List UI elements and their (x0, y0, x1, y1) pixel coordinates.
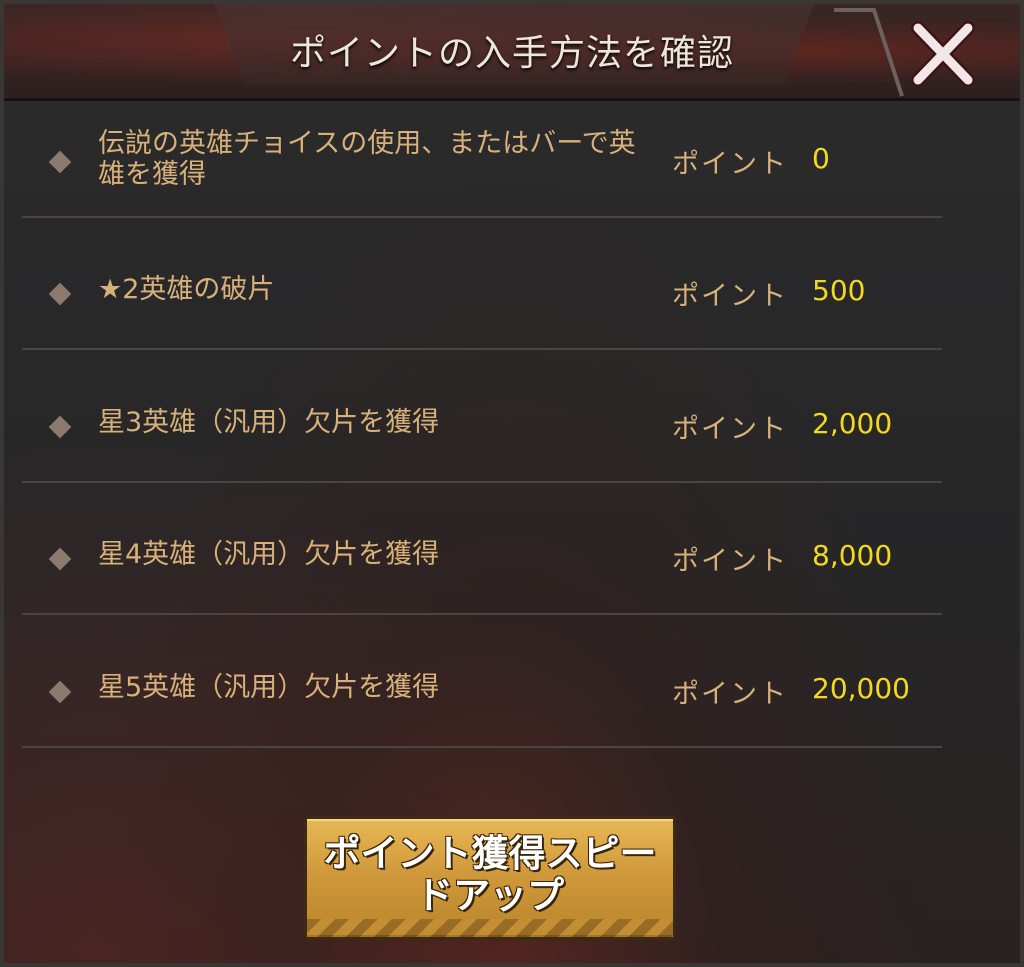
button-label-line1: ポイント獲得スピー (323, 832, 657, 875)
point-acquisition-dialog: ポイントの入手方法を確認 伝説の英雄チョイスの使用、またはバーで英雄を獲得 ポイ… (0, 0, 1024, 967)
list-item: ★2英雄の破片 ポイント 500 (22, 216, 942, 350)
list-item-label: 星5英雄（汎用）欠片を獲得 (98, 672, 440, 703)
points-value: 500 (812, 274, 866, 307)
points-value: 0 (812, 142, 830, 175)
dialog-title: ポイントの入手方法を確認 (289, 33, 734, 74)
points-label: ポイント (672, 281, 788, 312)
button-label-line2: ドアップ (416, 874, 564, 917)
points-value: 20,000 (812, 672, 910, 705)
list-item-label: ★2英雄の破片 (98, 274, 275, 305)
diamond-bullet-icon (48, 150, 72, 174)
points-label: ポイント (672, 679, 788, 710)
points-value: 2,000 (812, 407, 893, 440)
points-label: ポイント (672, 414, 788, 445)
diamond-bullet-icon (48, 680, 72, 704)
speed-up-points-button[interactable]: ポイント獲得スピー ドアップ (304, 816, 676, 940)
list-item: 星5英雄（汎用）欠片を獲得 ポイント 20,000 (22, 614, 942, 748)
diamond-bullet-icon (48, 282, 72, 306)
list-item-label: 伝説の英雄チョイスの使用、またはバーで英雄を獲得 (98, 128, 636, 190)
points-label: ポイント (672, 149, 788, 180)
close-x-icon (911, 21, 975, 87)
list-item: 星4英雄（汎用）欠片を獲得 ポイント 8,000 (22, 481, 942, 615)
close-button[interactable] (904, 18, 982, 90)
diamond-bullet-icon (48, 547, 72, 571)
list-item: 星3英雄（汎用）欠片を獲得 ポイント 2,000 (22, 349, 942, 483)
hazard-stripes (307, 919, 673, 937)
points-label: ポイント (672, 546, 788, 577)
points-value: 8,000 (812, 539, 893, 572)
diamond-bullet-icon (48, 415, 72, 439)
list-item-label: 星4英雄（汎用）欠片を獲得 (98, 539, 440, 570)
list-item: 伝説の英雄チョイスの使用、またはバーで英雄を獲得 ポイント 0 (22, 84, 942, 218)
button-label: ポイント獲得スピー ドアップ (307, 833, 673, 917)
list-item-label: 星3英雄（汎用）欠片を獲得 (98, 407, 440, 438)
